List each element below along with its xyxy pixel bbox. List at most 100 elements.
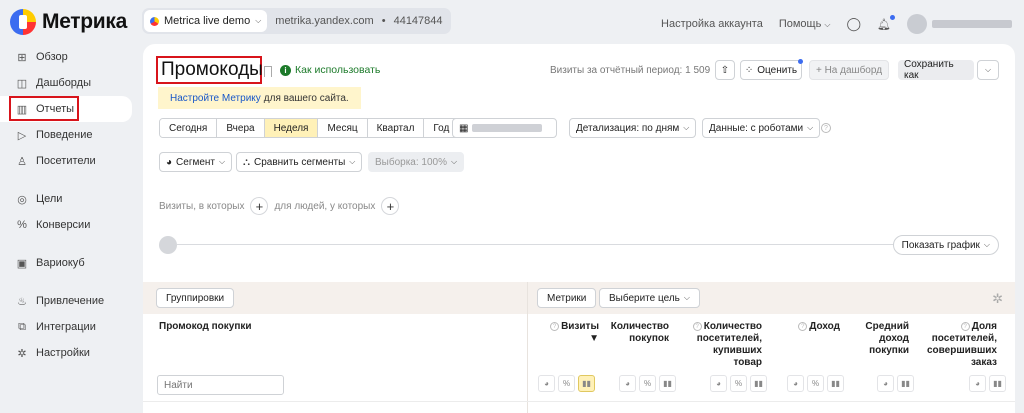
user-menu[interactable] [907, 14, 1012, 34]
sidebar-item-reports[interactable]: ▥ Отчеты [0, 96, 132, 122]
percent-icon[interactable]: % [639, 375, 656, 392]
setup-banner: Настройте Метрику для вашего сайта. [158, 87, 361, 109]
bookmark-icon[interactable] [264, 66, 272, 77]
dimension-header[interactable]: Промокод покупки [159, 321, 252, 333]
sidebar-item-settings[interactable]: ✲ Настройки [0, 340, 137, 366]
pie-chart-icon[interactable]: ◕ [969, 375, 986, 392]
sample-dropdown[interactable]: Выборка: 100% ⌵ [368, 152, 465, 172]
chat-icon[interactable]: ◯ [846, 16, 861, 32]
bell-icon[interactable]: 🔔︎ [877, 14, 895, 31]
rate-button[interactable]: ⁘ Оценить [740, 59, 803, 80]
account-settings-link[interactable]: Настройка аккаунта [661, 18, 763, 30]
sidebar-item-goals[interactable]: ◎ Цели [0, 186, 137, 212]
pie-chart-icon[interactable]: ◕ [619, 375, 636, 392]
column-header-avg-revenue[interactable]: Средний доход покупки [853, 321, 909, 357]
setup-metrika-link[interactable]: Настройте Метрику [170, 93, 261, 104]
bar-chart-icon[interactable]: ▮▮ [897, 375, 914, 392]
column-header-revenue[interactable]: ? Доход [788, 321, 840, 333]
pie-chart-icon[interactable]: ◕ [710, 375, 727, 392]
how-to-use-link[interactable]: i Как использовать [280, 64, 380, 76]
groupings-button[interactable]: Группировки [156, 288, 235, 308]
rate-icon: ⁘ [744, 64, 754, 76]
period-selector: Сегодня Вчера Неделя Месяц Квартал Год [159, 118, 460, 138]
column-header-buyers[interactable]: ? Количество посетителей, купивших товар [692, 321, 762, 369]
info-icon: i [280, 64, 291, 76]
goal-dropdown[interactable]: Выберите цель ⌵ [599, 288, 700, 308]
chevron-down-icon: ⌵ [984, 65, 992, 74]
highlight-box [9, 96, 79, 121]
percent-icon[interactable]: % [558, 375, 575, 392]
period-week[interactable]: Неделя [264, 119, 319, 137]
period-today[interactable]: Сегодня [160, 119, 218, 137]
period-month[interactable]: Месяц [318, 119, 368, 137]
sidebar-item-dashboards[interactable]: ◫ Дашборды [0, 70, 137, 96]
chevron-down-icon: ⌵ [451, 157, 458, 166]
percent-icon[interactable]: % [730, 375, 747, 392]
counter-id: 44147844 [393, 15, 443, 27]
chevron-down-icon: ⌵ [824, 20, 831, 29]
bar-chart-icon[interactable]: ▮▮ [578, 375, 595, 392]
filter-row: Визиты, в которых + для людей, у которых… [159, 197, 400, 215]
help-icon: ? [960, 322, 970, 331]
notification-dot [798, 59, 803, 64]
counter-selector[interactable]: Metrica live demo ⌵ metrika.yandex.com •… [142, 8, 451, 34]
segment-icon: ◕ [166, 156, 173, 168]
target-icon: ◎ [17, 193, 27, 206]
order-share-view-toggles: ◕ ▮▮ [969, 375, 1006, 392]
chart-toggle-icon[interactable] [159, 236, 177, 254]
separator-dot: • [381, 15, 386, 27]
period-yesterday[interactable]: Вчера [217, 119, 265, 137]
date-range-blurred [472, 124, 543, 132]
help-menu[interactable]: Помощь ⌵ [779, 18, 831, 30]
bar-chart-icon[interactable]: ▮▮ [989, 375, 1006, 392]
counter-icon [150, 16, 159, 26]
sidebar-item-conversions[interactable]: % Конверсии [0, 212, 137, 238]
add-people-filter-button[interactable]: + [381, 197, 400, 215]
sidebar-item-overview[interactable]: ⊞ Обзор [0, 44, 137, 70]
detail-dropdown[interactable]: Детализация: по дням ⌵ [569, 118, 697, 138]
help-icon[interactable]: ? [821, 123, 831, 133]
sidebar-item-visitors[interactable]: ♙ Посетители [0, 148, 137, 174]
bar-chart-icon[interactable]: ▮▮ [659, 375, 676, 392]
sidebar-item-behavior[interactable]: ▷ Поведение [0, 122, 137, 148]
data-dropdown[interactable]: Данные: с роботами ⌵ [702, 118, 821, 138]
person-icon: ♙ [17, 155, 27, 168]
notification-dot [890, 14, 895, 20]
compare-segments-button[interactable]: ⛬ Сравнить сегменты ⌵ [236, 152, 363, 172]
pie-chart-icon[interactable]: ◕ [538, 375, 555, 392]
segment-button[interactable]: ◕ Сегмент ⌵ [159, 152, 233, 172]
bar-chart-icon[interactable]: ▮▮ [827, 375, 844, 392]
avatar [907, 14, 927, 34]
gear-icon[interactable]: ✲ [992, 291, 1003, 307]
period-quarter[interactable]: Квартал [367, 119, 425, 137]
pie-chart-icon[interactable]: ◕ [787, 375, 804, 392]
date-range-picker[interactable]: ▦ [452, 118, 557, 138]
add-visit-filter-button[interactable]: + [250, 197, 269, 215]
sidebar-item-integrations[interactable]: ⧉ Интеграции [0, 314, 137, 340]
metrics-button[interactable]: Метрики [537, 288, 597, 308]
column-header-order-share[interactable]: ? Доля посетителей, совершивших заказ [923, 321, 997, 369]
column-divider [527, 282, 528, 413]
save-as-dropdown[interactable]: ⌵ [977, 60, 999, 80]
percent-icon[interactable]: % [807, 375, 824, 392]
dimension-search-input[interactable] [157, 375, 284, 395]
show-graph-button[interactable]: Показать график ⌵ [892, 235, 999, 255]
add-to-dashboard-button[interactable]: + На дашборд [809, 60, 889, 80]
revenue-view-toggles: ◕% ▮▮ [787, 375, 844, 392]
dashboard-icon: ◫ [16, 77, 28, 90]
counter-name: Metrica live demo [164, 15, 251, 27]
counter-dropdown[interactable]: Metrica live demo ⌵ [144, 10, 268, 32]
sidebar-item-variocube[interactable]: ▣ Вариокуб [0, 250, 137, 276]
sidebar-item-acquisition[interactable]: ♨ Привлечение [0, 288, 137, 314]
bar-chart-icon[interactable]: ▮▮ [750, 375, 767, 392]
chevron-down-icon: ⌵ [219, 157, 226, 166]
percent-icon: % [17, 219, 27, 231]
metrika-logo[interactable]: Метрика [10, 9, 127, 35]
pie-chart-icon[interactable]: ◕ [877, 375, 894, 392]
column-header-visits[interactable]: ? Визиты ▼ [541, 321, 599, 345]
chevron-down-icon: ⌵ [255, 16, 262, 25]
export-button[interactable]: ⇧ [715, 60, 735, 80]
purchases-view-toggles: ◕% ▮▮ [619, 375, 676, 392]
save-as-button[interactable]: Сохранить как [898, 59, 974, 81]
column-header-purchases[interactable]: Количество покупок [609, 321, 669, 345]
